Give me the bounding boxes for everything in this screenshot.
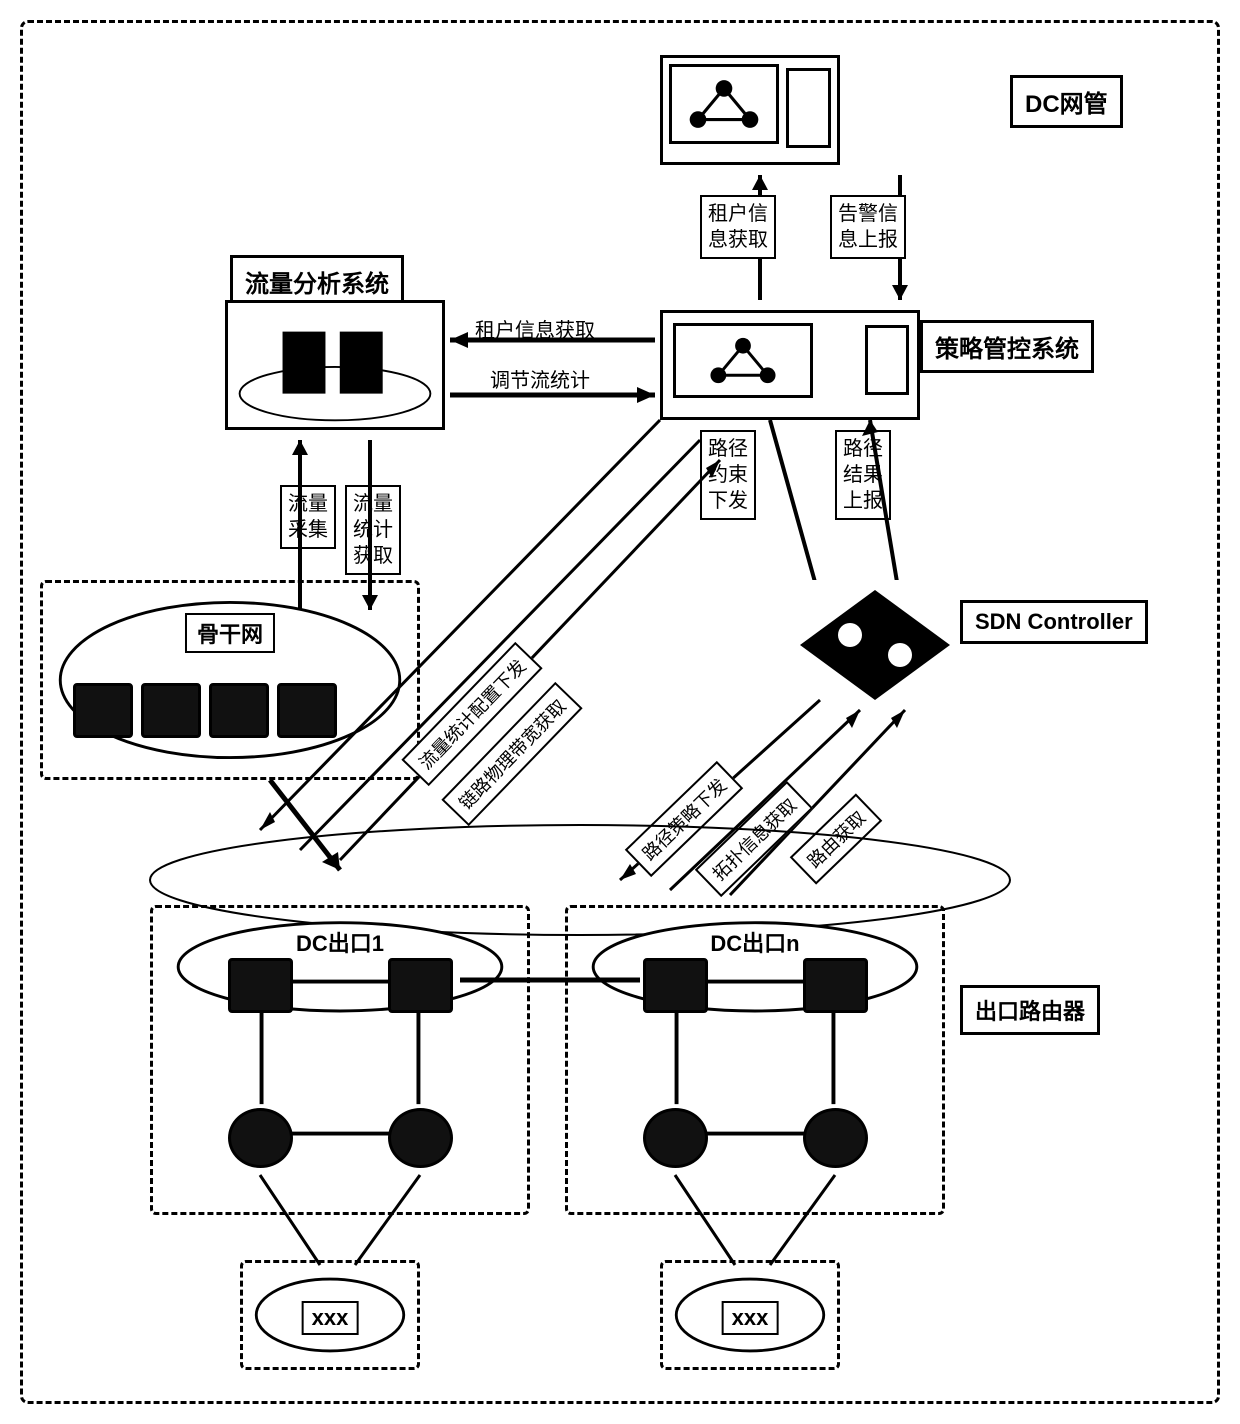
- switch-icon: [643, 1108, 708, 1168]
- xxx-label-1: xxx: [302, 1301, 359, 1335]
- router-icon: [228, 958, 293, 1013]
- dc-exit-n-group: DC出口n: [565, 905, 945, 1215]
- path-result-label: 路径 结果 上报: [835, 430, 891, 520]
- egress-router-label: 出口路由器: [960, 985, 1100, 1035]
- dc-exit-1-label: DC出口1: [296, 926, 384, 958]
- backbone-group: 骨干网: [40, 580, 420, 780]
- router-icon: [73, 683, 133, 738]
- switch-icon: [388, 1108, 453, 1168]
- tenant-info-label-2: 租户信息获取: [475, 318, 595, 344]
- router-icon: [803, 958, 868, 1013]
- router-icon: [643, 958, 708, 1013]
- policy-system-box: [660, 310, 920, 420]
- traffic-system-box: [225, 300, 445, 430]
- router-icon: [277, 683, 337, 738]
- xxx-cloud-2: xxx: [660, 1260, 840, 1370]
- flow-stat-label: 调节流统计: [490, 368, 590, 394]
- router-icon: [141, 683, 201, 738]
- switch-icon: [228, 1108, 293, 1168]
- traffic-stat-label: 流量 统计 获取: [345, 485, 401, 575]
- sdn-controller-icon: [790, 580, 960, 710]
- dc-exit-n-label: DC出口n: [710, 926, 799, 958]
- backbone-label: 骨干网: [185, 613, 275, 653]
- dc-mgr-group: [660, 45, 990, 175]
- policy-system-title: 策略管控系统: [920, 320, 1094, 373]
- router-icon: [388, 958, 453, 1013]
- switch-icon: [803, 1108, 868, 1168]
- dc-mgr-label: DC网管: [1010, 75, 1123, 128]
- path-constraint-label: 路径 约束 下发: [700, 430, 756, 520]
- alarm-report-label: 告警信 息上报: [830, 195, 906, 259]
- tenant-info-label-1: 租户信 息获取: [700, 195, 776, 259]
- xxx-cloud-1: xxx: [240, 1260, 420, 1370]
- xxx-label-2: xxx: [722, 1301, 779, 1335]
- dc-exit-1-group: DC出口1: [150, 905, 530, 1215]
- dc-mgr-computer: [660, 55, 840, 165]
- sdn-controller-label: SDN Controller: [960, 600, 1148, 644]
- router-icon: [209, 683, 269, 738]
- traffic-collect-label: 流量 采集: [280, 485, 336, 549]
